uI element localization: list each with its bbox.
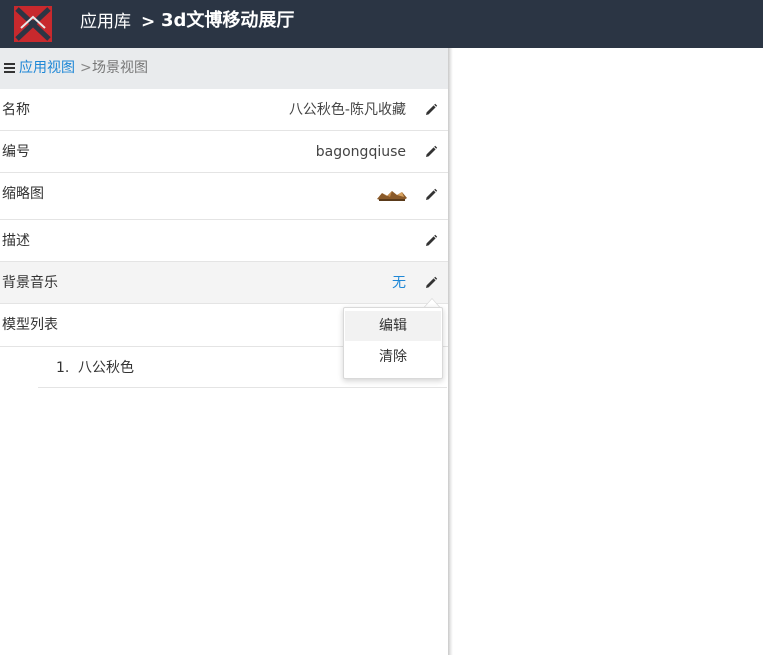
property-label: 缩略图 [2,186,44,202]
thumbnail-image[interactable] [376,188,408,202]
pencil-edit-icon[interactable] [424,234,438,248]
popover-edit-option[interactable]: 编辑 [345,311,441,341]
hamburger-menu-icon[interactable] [4,63,15,73]
property-label: 描述 [2,233,30,249]
popover-clear-option[interactable]: 清除 [345,342,441,372]
breadcrumb-current-app: 3d文博移动展厅 [161,10,295,31]
pencil-edit-icon[interactable] [424,276,438,290]
background-music-value[interactable]: 无 [392,274,406,292]
property-value: 八公秋色-陈凡收藏 [288,102,406,118]
breadcrumb-separator: > [80,60,92,76]
panel-divider [448,48,453,655]
edit-popover-menu: 编辑 清除 [343,307,443,379]
breadcrumb-separator: > [141,12,156,32]
view-breadcrumb-bar: 应用视图 > 场景视图 [0,48,449,89]
top-navigation-bar: 应用库 > 3d文博移动展厅 [0,0,763,48]
property-value: bagongqiuse [315,144,406,160]
property-label: 名称 [2,102,30,118]
model-list-label: 模型列表 [2,317,58,333]
property-row-description: 描述 [0,220,449,262]
property-row-background-music: 背景音乐 无 [0,262,449,304]
breadcrumb-app-library[interactable]: 应用库 [80,11,131,33]
property-row-thumbnail: 缩略图 [0,173,449,220]
list-item-number: 1. [56,360,70,376]
property-label: 背景音乐 [2,275,58,291]
breadcrumb-app-view-link[interactable]: 应用视图 [19,59,75,77]
pencil-edit-icon[interactable] [424,188,438,202]
app-logo-icon[interactable] [14,6,52,42]
breadcrumb-scene-view: 场景视图 [92,60,148,76]
property-row-id: 编号 bagongqiuse [0,131,449,173]
property-label: 编号 [2,144,30,160]
list-item-name: 八公秋色 [78,360,134,376]
property-row-name: 名称 八公秋色-陈凡收藏 [0,89,449,131]
pencil-edit-icon[interactable] [424,145,438,159]
pencil-edit-icon[interactable] [424,103,438,117]
